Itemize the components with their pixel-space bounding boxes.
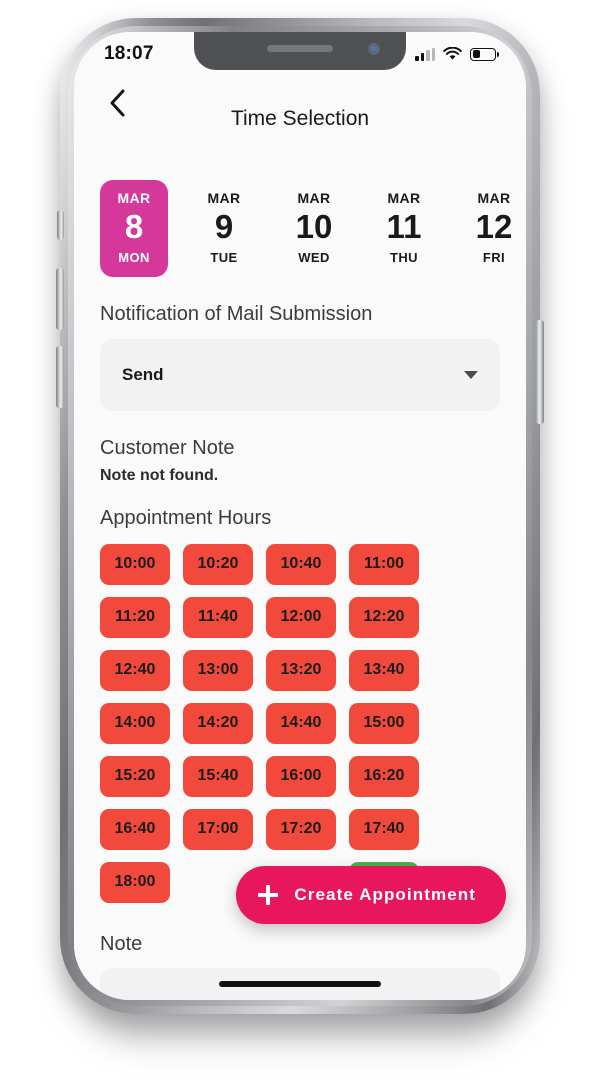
date-chip[interactable]: MAR 10 WED [280, 180, 348, 277]
date-weekday: THU [390, 249, 418, 265]
device-notch [194, 32, 406, 70]
date-weekday: MON [118, 249, 150, 265]
date-day: 11 [386, 208, 422, 245]
home-indicator[interactable] [219, 981, 381, 987]
plus-icon [258, 885, 279, 905]
date-weekday: FRI [482, 249, 506, 265]
customer-note-label: Customer Note [100, 436, 235, 459]
date-day: 12 [475, 208, 513, 245]
time-slot[interactable]: 12:00 [266, 596, 336, 638]
status-bar-time: 18:07 [104, 43, 154, 64]
back-button[interactable] [100, 86, 134, 120]
time-slot[interactable]: 12:20 [349, 596, 419, 638]
appointment-hours-label: Appointment Hours [100, 506, 272, 529]
date-chip[interactable]: MAR 11 THU [370, 180, 438, 277]
signal-bars-icon [415, 47, 435, 61]
status-bar-icons [415, 47, 499, 61]
power-button[interactable] [536, 320, 544, 424]
time-slot[interactable]: 13:40 [349, 649, 419, 691]
date-selector[interactable]: MAR 8 MON MAR 9 TUE MAR 10 WED MAR 11 TH… [74, 154, 526, 277]
earpiece-speaker [267, 45, 333, 52]
chevron-left-icon [110, 89, 124, 117]
time-slot[interactable]: 11:40 [183, 596, 253, 638]
date-chip[interactable]: MAR 9 TUE [190, 180, 258, 277]
app-content: 18:07 Time Selection MAR 8 MON MAR 9 TUE… [74, 32, 526, 1000]
notification-value: Send [122, 364, 164, 384]
notification-dropdown[interactable]: Send [100, 338, 500, 411]
mute-switch-button[interactable] [57, 210, 64, 240]
phone-screen: 18:07 Time Selection MAR 8 MON MAR 9 TUE… [74, 32, 526, 1000]
time-slot[interactable]: 16:20 [349, 755, 419, 797]
time-slot[interactable]: 16:00 [266, 755, 336, 797]
note-label: Note [100, 932, 143, 955]
time-slot[interactable]: 14:40 [266, 702, 336, 744]
customer-note-value: Note not found. [100, 466, 219, 484]
date-month: MAR [207, 190, 241, 206]
date-day: 9 [214, 208, 234, 245]
volume-down-button[interactable] [56, 346, 64, 408]
time-slot[interactable]: 15:40 [183, 755, 253, 797]
date-weekday: TUE [210, 249, 238, 265]
notification-label: Notification of Mail Submission [100, 302, 373, 325]
date-chip-selected[interactable]: MAR 8 MON [100, 180, 168, 277]
battery-icon [470, 47, 499, 61]
time-slot[interactable]: 13:00 [183, 649, 253, 691]
front-camera-icon [368, 43, 380, 55]
chevron-down-icon [464, 370, 478, 379]
create-appointment-button[interactable]: Create Appointment [236, 866, 506, 924]
date-weekday: WED [298, 249, 330, 265]
time-slot[interactable]: 16:40 [100, 808, 170, 850]
date-day: 10 [295, 208, 333, 245]
time-slot[interactable]: 17:40 [349, 808, 419, 850]
time-slot[interactable]: 10:40 [266, 543, 336, 585]
time-slot[interactable]: 18:00 [100, 861, 170, 903]
date-day: 8 [124, 208, 144, 245]
time-slot[interactable]: 14:00 [100, 702, 170, 744]
time-slot[interactable]: 17:20 [266, 808, 336, 850]
time-slot[interactable]: 10:20 [183, 543, 253, 585]
date-month: MAR [387, 190, 421, 206]
date-chip[interactable]: MAR 12 FRI [460, 180, 526, 277]
date-month: MAR [297, 190, 331, 206]
time-slot[interactable]: 11:00 [349, 543, 419, 585]
create-appointment-label: Create Appointment [294, 885, 476, 904]
time-slot[interactable]: 15:20 [100, 755, 170, 797]
time-slot[interactable]: 10:00 [100, 543, 170, 585]
volume-up-button[interactable] [56, 268, 64, 330]
time-slot-grid: 10:00 10:20 10:40 11:00 11:20 11:40 12:0… [74, 530, 526, 903]
time-slot[interactable]: 14:20 [183, 702, 253, 744]
date-month: MAR [477, 190, 511, 206]
date-month: MAR [117, 190, 151, 206]
screenshot-stage: 18:07 Time Selection MAR 8 MON MAR 9 TUE… [0, 0, 600, 1083]
wifi-icon [443, 47, 462, 60]
time-slot[interactable]: 13:20 [266, 649, 336, 691]
page-title: Time Selection [230, 107, 370, 130]
time-slot[interactable]: 12:40 [100, 649, 170, 691]
time-slot[interactable]: 11:20 [100, 596, 170, 638]
time-slot[interactable]: 15:00 [349, 702, 419, 744]
time-slot[interactable]: 17:00 [183, 808, 253, 850]
